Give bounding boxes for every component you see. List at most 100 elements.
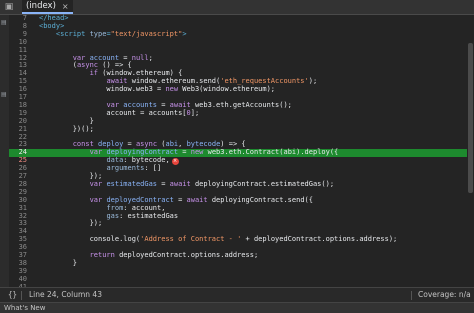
code-text: }); [39,219,103,228]
code-line[interactable]: 40 [9,275,467,284]
panel-icon[interactable]: ▤ [1,91,7,98]
code-token: : bytecode, [123,156,170,165]
code-token: () => { [98,61,132,70]
code-token: "text/javascript" [110,29,183,38]
tab-index[interactable]: (index) × [22,0,73,14]
code-token: estimatedGas [106,179,158,188]
scrollbar-thumb[interactable] [468,43,473,193]
code-token: = [123,140,136,149]
editor-status-bar: {} Line 24, Column 43 Coverage: n/a [0,287,474,302]
code-token: deployingContract [106,148,179,157]
code-line[interactable]: 39 [9,267,467,276]
code-line[interactable]: 35 console.log('Address of Contract - ' … [9,235,467,244]
code-line[interactable]: 21 })(); [9,124,467,134]
code-token: const [72,140,99,149]
code-token: accounts [123,100,158,109]
code-token: await [186,195,208,204]
code-token: new [165,85,179,94]
code-token: ; [148,53,153,62]
drawer-tab-bar: What's New [0,302,474,313]
pretty-print-button[interactable]: {} [8,290,17,299]
code-token: deploy [98,140,124,149]
code-line[interactable]: 7 </head> [9,14,467,23]
code-line[interactable]: 16 window.web3 = new Web3(window.ethereu… [9,85,467,94]
code-text: } [39,258,77,268]
close-tab-icon[interactable]: × [62,2,69,11]
code-token: var [72,53,90,62]
status-divider [411,291,412,300]
code-token: , [178,140,187,149]
code-token: web3.eth.Contract(abi).deploy({ [203,148,339,157]
code-text: var estimatedGas = await deployingContra… [39,179,335,189]
code-token: async [76,61,99,70]
code-line[interactable]: 28 var estimatedGas = await deployingCon… [9,179,467,189]
code-token: + deployedContract.options.address); [241,235,398,244]
code-line[interactable]: 38 } [9,258,467,268]
code-token: await [169,100,191,109]
tab-label: (index) [26,1,56,11]
whats-new-tab[interactable]: What's New [4,304,45,312]
code-line[interactable]: 9 <script type="text/javascript"> [9,29,467,39]
coverage-status: Coverage: n/a [418,290,471,299]
toggle-navigator-icon[interactable]: ▣ [3,1,15,13]
code-token: console.log( [39,235,141,244]
code-token: ( [39,61,77,70]
code-line[interactable]: 33 }); [9,219,467,228]
code-token: = [173,195,187,204]
code-token: var [89,148,107,157]
code-line[interactable]: 10 [9,38,467,47]
code-token: new [190,148,204,157]
code-token: ) => { [220,140,246,149]
code-token: async [135,140,158,149]
code-token: deployingContract.estimatedGas(); [190,179,335,188]
code-token: = [157,179,170,188]
code-token: arguments [106,164,145,173]
code-token: if [89,69,99,78]
code-token: gas [106,211,120,220]
code-token: await [169,179,191,188]
code-token: })(); [39,124,94,133]
panel-icon[interactable]: ▤ [1,19,7,26]
code-token: }); [39,172,103,180]
code-token: = [157,100,170,109]
code-token: deployedContract [106,195,174,204]
code-token: (window.ethereum) { [98,69,183,78]
editor-vertical-scrollbar[interactable] [467,15,474,287]
code-token: = [178,148,191,157]
code-token: } [39,258,77,267]
code-token: var [106,100,124,109]
code-text: <script type="text/javascript"> [39,29,187,39]
code-token: window.ethereum.send( [127,77,221,86]
code-token: window.web3 = [39,85,166,94]
code-token: } [39,116,94,125]
cursor-position: Line 24, Column 43 [29,290,102,299]
code-token: account = accounts[ [39,108,187,117]
code-editor[interactable]: 7 </head> 8 <body> 9 <script type="text/java… [9,14,467,290]
code-token: null [131,53,149,62]
code-text: console.log('Address of Contract - ' + d… [39,235,398,244]
code-token: ); [308,77,318,86]
code-token: Web3(window.ethereum); [178,85,276,94]
code-token: : [] [144,164,162,173]
code-token: abi [165,140,179,149]
code-token: 'eth_requestAccounts' [220,77,309,86]
code-token: data [106,156,124,165]
code-token: bytecode [186,140,221,149]
code-token: var [89,195,107,204]
code-token: account [89,53,120,62]
code-token: ]; [190,108,200,117]
code-token: > [182,29,187,38]
code-token: web3.eth.getAccounts(); [190,100,292,109]
code-line[interactable]: 37 return deployedContract.options.addre… [9,251,467,260]
